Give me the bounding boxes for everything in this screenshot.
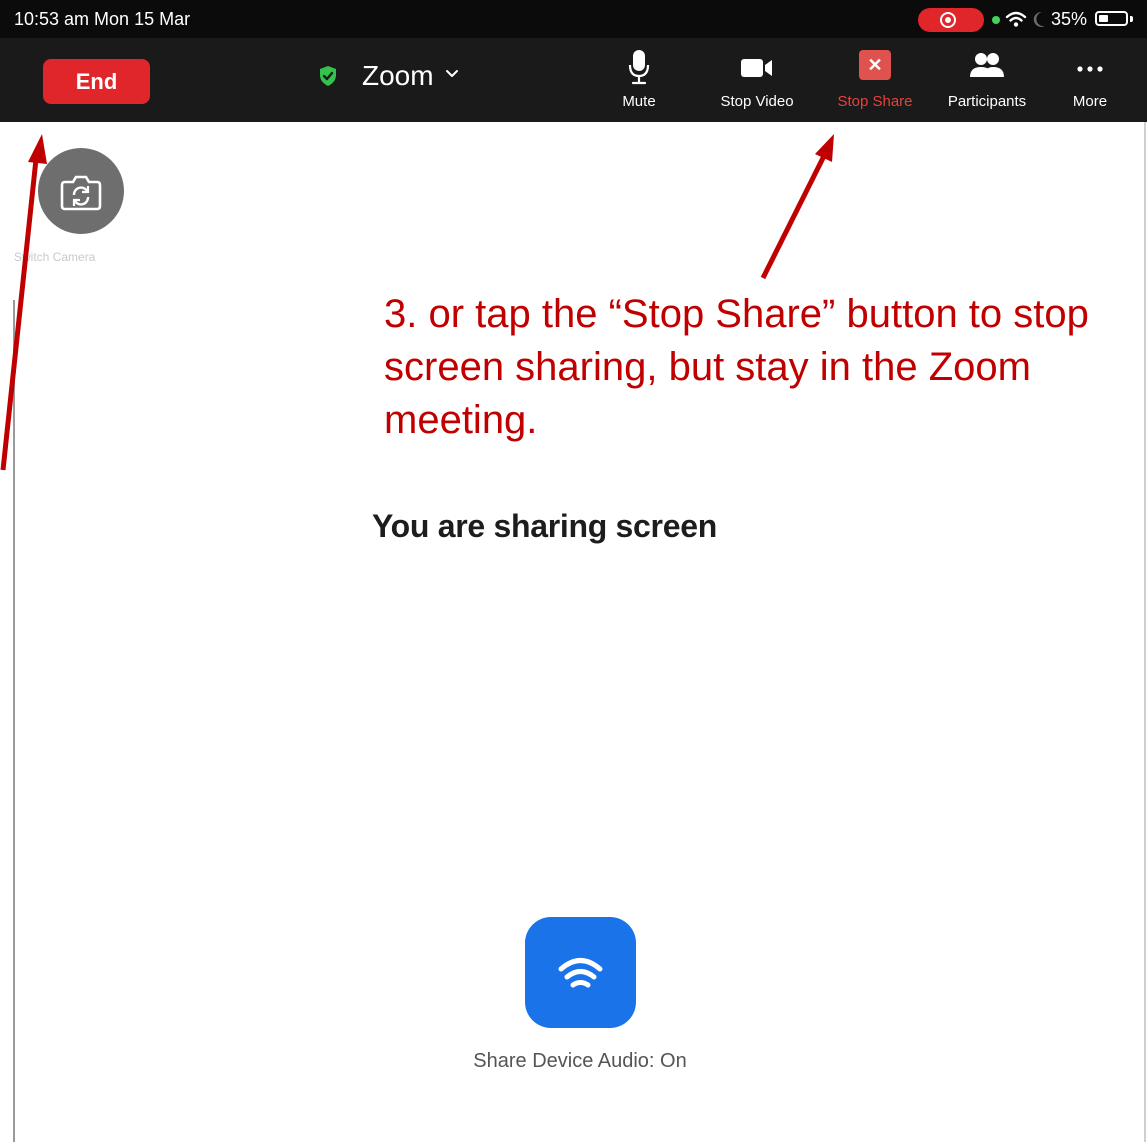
share-device-audio-label: Share Device Audio: On bbox=[473, 1050, 687, 1072]
share-device-audio-button[interactable] bbox=[525, 917, 636, 1028]
audio-waves-icon bbox=[558, 958, 603, 988]
end-button[interactable]: End bbox=[43, 59, 150, 104]
participants-button[interactable]: Participants bbox=[935, 50, 1039, 112]
switch-camera-button[interactable] bbox=[38, 148, 124, 234]
stop-video-label: Stop Video bbox=[720, 93, 794, 110]
status-bar: 10:53 am Mon 15 Mar 35% bbox=[0, 0, 1147, 38]
chevron-down-icon bbox=[446, 70, 458, 77]
meeting-title: Zoom bbox=[362, 60, 434, 91]
switch-camera-icon bbox=[60, 175, 102, 211]
stop-share-icon: ✕ bbox=[859, 50, 891, 80]
participants-label: Participants bbox=[947, 93, 1027, 110]
stop-share-label: Stop Share bbox=[837, 93, 913, 110]
arrow-to-end-button bbox=[0, 149, 40, 471]
left-edge-line bbox=[13, 300, 15, 1142]
zoom-screen: 10:53 am Mon 15 Mar 35% End Zoom Mute St… bbox=[0, 0, 1147, 1142]
status-time: 10:53 am Mon 15 Mar bbox=[14, 9, 191, 29]
battery-tip bbox=[1130, 16, 1133, 22]
mute-button[interactable]: Mute bbox=[604, 50, 674, 112]
instruction-annotation: 3. or tap the “Stop Share” button to sto… bbox=[384, 292, 1089, 442]
switch-camera-label: Switch Camera bbox=[14, 250, 96, 264]
mute-label: Mute bbox=[622, 93, 656, 110]
right-edge-line bbox=[1144, 122, 1146, 1142]
arrow-head-stop-share bbox=[815, 134, 834, 162]
wifi-icon bbox=[1005, 11, 1027, 27]
participants-icon bbox=[970, 53, 1004, 77]
arrow-to-stop-share bbox=[760, 150, 829, 280]
stop-video-button[interactable]: Stop Video bbox=[707, 50, 807, 112]
battery-percentage: 35% bbox=[1051, 9, 1088, 29]
moon-icon bbox=[1033, 11, 1045, 27]
microphone-icon bbox=[628, 50, 650, 85]
stop-share-button[interactable]: ✕ Stop Share bbox=[827, 50, 923, 112]
battery-icon bbox=[1095, 11, 1128, 26]
shield-check-icon bbox=[320, 66, 336, 86]
more-button[interactable]: More bbox=[1060, 50, 1120, 112]
more-dots-icon bbox=[1077, 66, 1103, 72]
sharing-status-title: You are sharing screen bbox=[372, 508, 717, 544]
screen-record-icon[interactable] bbox=[918, 8, 984, 32]
video-camera-icon bbox=[741, 59, 772, 77]
camera-in-use-dot bbox=[992, 16, 1000, 24]
meeting-toolbar: End Zoom Mute Stop Video ✕ Stop Share Pa… bbox=[0, 38, 1147, 122]
more-label: More bbox=[1072, 93, 1108, 110]
